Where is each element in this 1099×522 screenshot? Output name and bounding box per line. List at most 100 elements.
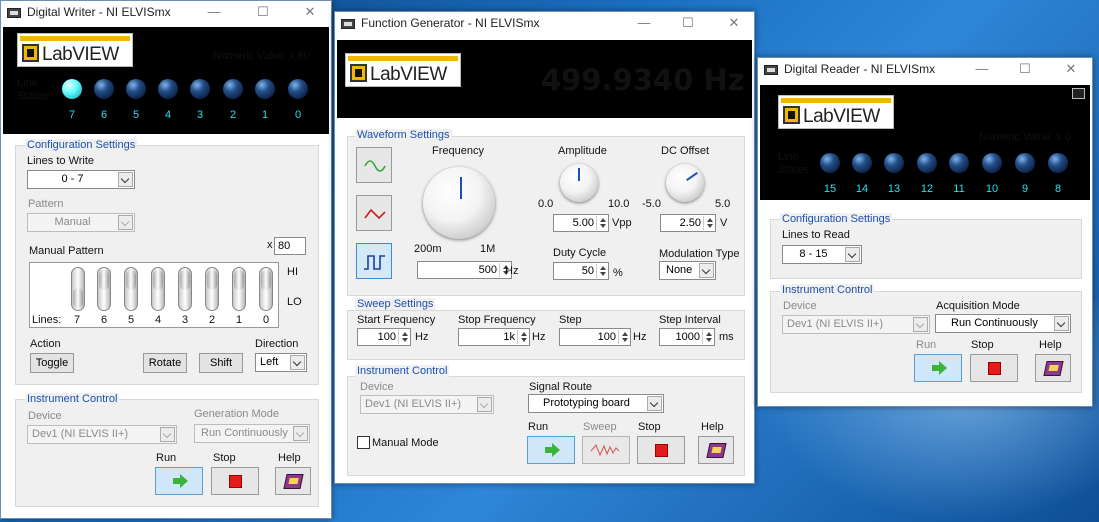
header-display: LabVIEW 499.9340 Hz [337, 40, 752, 118]
led-number: 14 [855, 183, 869, 195]
close-button[interactable]: ✕ [1062, 61, 1080, 77]
maximize-button[interactable]: ☐ [254, 4, 272, 20]
frequency-knob[interactable] [423, 167, 495, 239]
frequency-input[interactable]: 500 [417, 261, 512, 279]
toggle-button[interactable]: Toggle [30, 353, 74, 373]
labview-logo: LabVIEW [345, 53, 461, 87]
chevron-down-icon [293, 426, 308, 441]
switch-7[interactable] [71, 267, 85, 311]
triangle-wave-button[interactable] [356, 195, 392, 231]
spinner[interactable] [703, 216, 714, 230]
minimize-button[interactable]: — [973, 61, 991, 77]
minimize-button[interactable]: — [635, 15, 653, 31]
run-button[interactable] [914, 354, 962, 382]
switch-number: 3 [182, 314, 189, 326]
chevron-down-icon [1054, 316, 1069, 331]
shift-button[interactable]: Shift [199, 353, 243, 373]
maximize-button[interactable]: ☐ [679, 15, 697, 31]
spinner[interactable] [618, 330, 629, 344]
square-wave-button[interactable] [356, 243, 392, 279]
direction-dropdown[interactable]: Left [255, 353, 307, 372]
help-button[interactable] [1035, 354, 1071, 382]
lines-to-write-dropdown[interactable]: 0 - 7 [27, 170, 135, 189]
section-title: Waveform Settings [355, 129, 452, 141]
device-dropdown[interactable]: Dev1 (NI ELVIS II+) [360, 395, 494, 414]
led-number: 5 [132, 109, 140, 121]
action-label: Action [30, 338, 61, 350]
triangle-wave-icon [364, 208, 386, 220]
signal-route-dropdown[interactable]: Prototyping board [528, 394, 664, 413]
spinner[interactable] [398, 330, 409, 344]
help-label: Help [701, 421, 724, 433]
chevron-down-icon [647, 396, 662, 411]
run-button[interactable] [527, 436, 575, 464]
switch-2[interactable] [205, 267, 219, 311]
dc-offset-unit: V [720, 217, 728, 229]
stop-frequency-input[interactable]: 1k [458, 328, 530, 346]
close-button[interactable]: ✕ [725, 15, 743, 31]
digital-writer-window: Digital Writer - NI ELVISmx — ☐ ✕ LabVIE… [0, 0, 332, 519]
window-title: Function Generator - NI ELVISmx [361, 16, 540, 30]
step-interval-input[interactable]: 1000 [659, 328, 715, 346]
minimize-button[interactable]: — [205, 4, 223, 20]
sine-wave-button[interactable] [356, 147, 392, 183]
sweep-button[interactable] [582, 436, 630, 464]
switch-3[interactable] [178, 267, 192, 311]
restore-icon[interactable] [1072, 88, 1085, 99]
header-display: LabVIEW Numeric Value x 80 Line States 7… [3, 27, 329, 134]
window-title: Digital Writer - NI ELVISmx [27, 5, 171, 19]
switch-5[interactable] [124, 267, 138, 311]
help-button[interactable] [275, 467, 311, 495]
switch-number: 5 [128, 314, 135, 326]
switch-1[interactable] [232, 267, 246, 311]
stop-label: Stop [971, 339, 994, 351]
stop-button[interactable] [970, 354, 1018, 382]
step-input[interactable]: 100 [559, 328, 631, 346]
numeric-value-label: Numeric Value [979, 131, 1051, 143]
dc-offset-knob[interactable] [666, 164, 704, 202]
spinner[interactable] [596, 264, 607, 278]
amplitude-knob[interactable] [560, 164, 598, 202]
manual-pattern-input[interactable]: 80 [274, 237, 306, 255]
section-title: Sweep Settings [355, 298, 436, 310]
help-book-icon [706, 443, 727, 458]
spinner[interactable] [702, 330, 713, 344]
acquisition-mode-dropdown[interactable]: Run Continuously [935, 314, 1071, 333]
rotate-button[interactable]: Rotate [143, 353, 187, 373]
generation-mode-dropdown[interactable]: Run Continuously [194, 424, 310, 443]
led-12 [917, 153, 937, 173]
switch-number: 1 [236, 314, 243, 326]
numeric-value: x 80 [289, 50, 310, 62]
help-book-icon [283, 474, 304, 489]
manual-mode-checkbox[interactable] [357, 436, 370, 449]
switch-0[interactable] [259, 267, 273, 311]
spinner[interactable] [596, 216, 607, 230]
stop-button[interactable] [637, 436, 685, 464]
led-6 [94, 79, 114, 99]
section-title: Instrument Control [780, 284, 875, 296]
dc-offset-input[interactable]: 2.50 [660, 214, 716, 232]
device-dropdown[interactable]: Dev1 (NI ELVIS II+) [782, 315, 930, 334]
start-frequency-input[interactable]: 100 [357, 328, 411, 346]
led-number: 2 [229, 109, 237, 121]
manual-pattern-prefix: x [267, 239, 273, 251]
amplitude-input[interactable]: 5.00 [553, 214, 609, 232]
stop-button[interactable] [211, 467, 259, 495]
stop-label: Stop [638, 421, 661, 433]
close-button[interactable]: ✕ [301, 4, 319, 20]
switch-6[interactable] [97, 267, 111, 311]
run-button[interactable] [155, 467, 203, 495]
switch-number: 7 [74, 314, 81, 326]
lines-to-read-dropdown[interactable]: 8 - 15 [782, 245, 862, 264]
amplitude-min-label: 0.0 [538, 198, 554, 210]
labview-logo: LabVIEW [17, 33, 133, 67]
device-dropdown[interactable]: Dev1 (NI ELVIS II+) [27, 425, 177, 444]
led-5 [126, 79, 146, 99]
maximize-button[interactable]: ☐ [1016, 61, 1034, 77]
duty-cycle-input[interactable]: 50 [553, 262, 609, 280]
modulation-type-dropdown[interactable]: None [659, 261, 716, 280]
help-button[interactable] [698, 436, 734, 464]
pattern-dropdown[interactable]: Manual [27, 213, 135, 232]
spinner[interactable] [517, 330, 528, 344]
switch-4[interactable] [151, 267, 165, 311]
